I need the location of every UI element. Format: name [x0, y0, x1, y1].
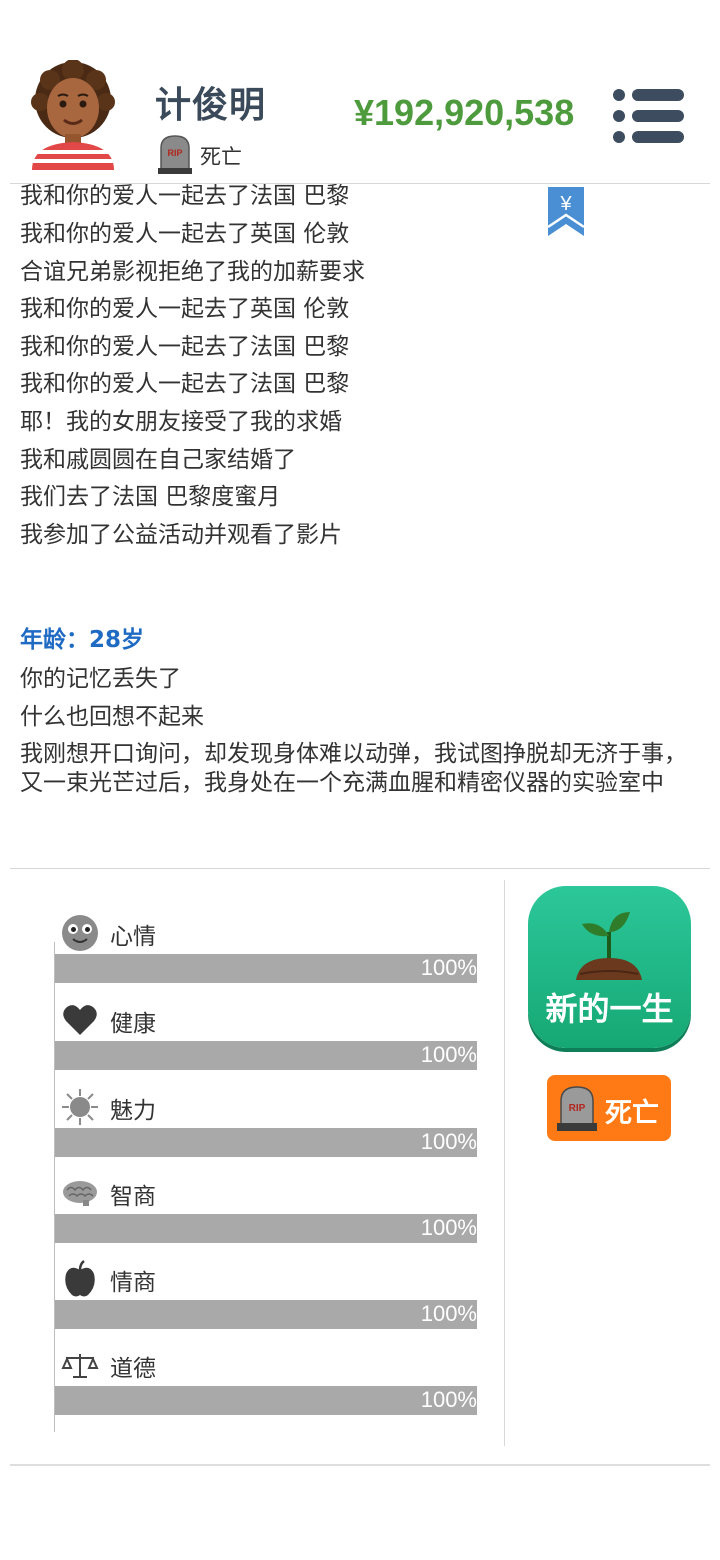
stat-label: 智商 — [110, 1184, 156, 1210]
log-line: 我参加了公益活动并观看了影片 — [20, 522, 342, 548]
avatar[interactable] — [28, 60, 118, 170]
stat-bar: 100% — [55, 1128, 477, 1157]
stat-value: 100% — [420, 1301, 477, 1326]
tombstone-icon: RIP — [158, 135, 192, 174]
stat-bar: 100% — [55, 1386, 477, 1415]
memory-line: 你的记忆丢失了 — [20, 666, 181, 692]
stat-value: 100% — [420, 1387, 477, 1412]
stat-charm: 魅力 100% — [55, 1088, 477, 1168]
stat-morality: 道德 100% — [55, 1346, 477, 1426]
sprout-icon — [576, 912, 642, 980]
death-button[interactable]: RIP 死亡 — [547, 1075, 671, 1141]
stat-label: 魅力 — [110, 1098, 156, 1124]
stat-label: 情商 — [110, 1270, 156, 1296]
status-indicator: RIP 死亡 — [158, 134, 242, 174]
stat-value: 100% — [420, 955, 477, 980]
stat-bar: 100% — [55, 954, 477, 983]
status-label: 死亡 — [200, 145, 242, 169]
stat-label: 心情 — [110, 924, 156, 950]
tombstone-icon: RIP — [557, 1086, 597, 1131]
sun-icon — [62, 1089, 98, 1125]
log-line: 合谊兄弟影视拒绝了我的加薪要求 — [20, 259, 365, 285]
death-label: 死亡 — [605, 1098, 659, 1129]
svg-text:RIP: RIP — [167, 148, 182, 158]
stat-label: 健康 — [110, 1011, 156, 1037]
stat-health: 健康 100% — [55, 1001, 477, 1081]
age-label: 年龄：28岁 — [20, 627, 145, 653]
scales-icon — [61, 1354, 99, 1378]
new-life-button[interactable]: 新的一生 — [528, 886, 691, 1048]
log-line: 我们去了法国 巴黎度蜜月 — [20, 484, 281, 510]
brain-icon — [63, 1181, 97, 1206]
stat-bar: 100% — [55, 1041, 477, 1070]
money-balance: ¥192,920,538 — [354, 92, 575, 133]
heart-icon — [63, 1005, 97, 1035]
smiley-icon — [62, 915, 98, 951]
menu-icon[interactable] — [612, 88, 684, 144]
stat-value: 100% — [420, 1215, 477, 1240]
apple-icon — [65, 1260, 95, 1297]
bookmark-symbol: ¥ — [559, 193, 572, 215]
profile-header: 计俊明 RIP 死亡 ¥192,920,538 — [0, 0, 720, 183]
svg-text:RIP: RIP — [569, 1103, 586, 1114]
stat-label: 道德 — [110, 1356, 156, 1382]
bottom-divider — [10, 1464, 710, 1466]
memory-line: 什么也回想不起来 — [20, 704, 204, 730]
log-line: 耶！我的女朋友接受了我的求婚 — [20, 409, 342, 435]
stat-eq: 情商 100% — [55, 1260, 477, 1340]
stat-bar: 100% — [55, 1300, 477, 1329]
log-line: 我和你的爱人一起去了法国 巴黎 — [20, 371, 350, 397]
stat-bar: 100% — [55, 1214, 477, 1243]
log-line: 我和你的爱人一起去了英国 伦敦 — [20, 296, 350, 322]
bookmark-icon[interactable]: ¥ — [547, 187, 585, 237]
character-name: 计俊明 — [155, 85, 267, 126]
log-line: 我和你的爱人一起去了英国 伦敦 — [20, 221, 350, 247]
panel-divider — [504, 880, 505, 1446]
event-paragraph: 我刚想开口询问，却发现身体难以动弹，我试图挣脱却无济于事，又一束光芒过后，我身处… — [20, 741, 687, 796]
log-line: 我和你的爱人一起去了法国 巴黎 — [20, 184, 350, 209]
stat-iq: 智商 100% — [55, 1174, 477, 1254]
log-line: 我和戚圆圆在自己家结婚了 — [20, 447, 296, 473]
log-line: 我和你的爱人一起去了法国 巴黎 — [20, 334, 350, 360]
stat-mood: 心情 100% — [55, 914, 477, 994]
stat-value: 100% — [420, 1042, 477, 1067]
new-life-label: 新的一生 — [545, 990, 674, 1028]
section-divider — [10, 868, 710, 869]
stat-value: 100% — [420, 1129, 477, 1154]
